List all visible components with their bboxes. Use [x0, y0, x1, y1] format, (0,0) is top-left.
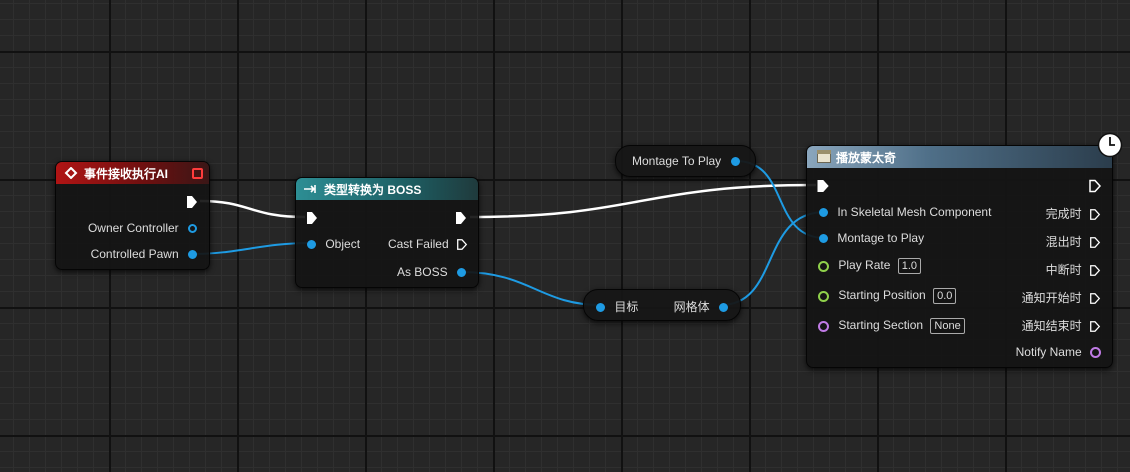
- mesh-output-pin[interactable]: [719, 303, 728, 313]
- interrupted-exec-pin[interactable]: [1089, 264, 1101, 277]
- starting-section-label: Starting Section: [838, 318, 924, 333]
- montage-variable-pin[interactable]: [730, 157, 740, 167]
- skeletal-mesh-row: In Skeletal Mesh Component: [819, 205, 991, 219]
- play-exec-in-pin[interactable]: [816, 179, 830, 193]
- starting-section-pin[interactable]: [818, 320, 829, 332]
- blend-out-row: 混出时: [1046, 233, 1101, 250]
- play-rate-value[interactable]: 1.0: [897, 258, 922, 274]
- event-exec-out-pin[interactable]: [185, 195, 199, 209]
- event-diamond-icon: [64, 167, 78, 179]
- completed-row: 完成时: [1046, 205, 1101, 222]
- cast-failed-exec-pin[interactable]: [456, 238, 468, 251]
- latent-clock-icon: [1097, 132, 1123, 158]
- as-boss-label: As BOSS: [396, 265, 448, 279]
- cast-node-title: 类型转换为 BOSS: [324, 182, 422, 197]
- cast-exec-out-pin[interactable]: [454, 211, 468, 225]
- event-node-title: 事件接收执行AI: [84, 166, 169, 181]
- play-rate-label: Play Rate: [838, 258, 891, 273]
- play-rate-row: Play Rate 1.0: [818, 258, 922, 274]
- starting-section-value[interactable]: None: [930, 318, 965, 334]
- starting-position-row: Starting Position 0.0: [818, 288, 957, 304]
- interrupted-label: 中断时: [1045, 263, 1082, 277]
- cast-failed-row: Cast Failed: [388, 237, 468, 251]
- mesh-target-row: 目标: [596, 298, 638, 315]
- object-pin[interactable]: [307, 240, 316, 250]
- play-montage-title: 播放蒙太奇: [836, 150, 897, 165]
- starting-position-label: Starting Position: [838, 288, 926, 303]
- delegate-pin-icon[interactable]: [192, 168, 203, 179]
- as-boss-row: As BOSS: [397, 265, 466, 279]
- controlled-pawn-pin[interactable]: [188, 250, 197, 260]
- skeletal-mesh-label: In Skeletal Mesh Component: [837, 205, 992, 219]
- notify-end-label: 通知结束时: [1021, 319, 1082, 333]
- function-icon-strip: [817, 150, 831, 154]
- skeletal-mesh-pin[interactable]: [819, 208, 828, 218]
- montage-variable-label: Montage To Play: [632, 154, 722, 168]
- starting-position-value[interactable]: 0.0: [933, 288, 957, 304]
- mesh-target-pin[interactable]: [596, 303, 605, 313]
- mesh-output-label: 网格体: [673, 300, 710, 314]
- cast-failed-label: Cast Failed: [387, 237, 449, 251]
- montage-variable-row: Montage To Play: [632, 154, 740, 168]
- notify-name-pin[interactable]: [1090, 347, 1101, 359]
- object-row: Object: [307, 237, 360, 251]
- starting-position-pin[interactable]: [818, 290, 829, 302]
- exec-wire-event-to-cast: [199, 199, 306, 219]
- notify-begin-label: 通知开始时: [1021, 291, 1082, 305]
- notify-begin-exec-pin[interactable]: [1089, 292, 1101, 305]
- exec-wire-cast-to-play: [469, 183, 817, 219]
- notify-begin-row: 通知开始时: [1022, 289, 1101, 306]
- object-label: Object: [325, 237, 361, 251]
- blend-out-label: 混出时: [1045, 235, 1082, 249]
- event-node[interactable]: 事件接收执行AI Owner Controller Controlled Paw…: [55, 161, 210, 270]
- owner-controller-row: Owner Controller: [88, 221, 197, 235]
- interrupted-row: 中断时: [1046, 261, 1101, 278]
- montage-input-label: Montage to Play: [837, 231, 925, 245]
- montage-input-row: Montage to Play: [819, 231, 924, 245]
- event-node-header[interactable]: 事件接收执行AI: [56, 162, 209, 184]
- play-montage-node[interactable]: 播放蒙太奇 In Skeletal Mesh Component 完成时 Mon…: [806, 132, 1123, 368]
- starting-section-row: Starting Section None: [818, 318, 965, 334]
- play-exec-out-pin[interactable]: [1088, 179, 1102, 193]
- mesh-output-row: 网格体: [674, 298, 728, 315]
- as-boss-pin[interactable]: [457, 268, 466, 278]
- mesh-target-label: 目标: [614, 300, 639, 314]
- blend-out-exec-pin[interactable]: [1089, 236, 1101, 249]
- notify-name-row: Notify Name: [1016, 345, 1101, 359]
- play-montage-header[interactable]: 播放蒙太奇: [807, 146, 1112, 168]
- cast-node[interactable]: 类型转换为 BOSS Object Cast Failed As BOSS: [295, 177, 479, 288]
- notify-end-exec-pin[interactable]: [1089, 320, 1101, 333]
- data-wire-boss-to-target: [460, 271, 602, 306]
- montage-variable-node[interactable]: Montage To Play: [615, 145, 756, 177]
- mesh-getter-node[interactable]: 目标 网格体: [583, 289, 741, 321]
- notify-end-row: 通知结束时: [1022, 317, 1101, 334]
- cast-arrow-icon: [304, 185, 316, 193]
- controlled-pawn-row: Controlled Pawn: [91, 247, 197, 261]
- controlled-pawn-label: Controlled Pawn: [90, 247, 179, 261]
- owner-controller-pin[interactable]: [188, 224, 197, 234]
- cast-exec-in-pin[interactable]: [305, 211, 319, 225]
- montage-input-pin[interactable]: [819, 234, 828, 244]
- owner-controller-label: Owner Controller: [87, 221, 179, 235]
- completed-label: 完成时: [1045, 207, 1082, 221]
- play-rate-pin[interactable]: [818, 260, 829, 272]
- cast-node-header[interactable]: 类型转换为 BOSS: [296, 178, 478, 200]
- notify-name-label: Notify Name: [1015, 345, 1082, 359]
- completed-exec-pin[interactable]: [1089, 208, 1101, 221]
